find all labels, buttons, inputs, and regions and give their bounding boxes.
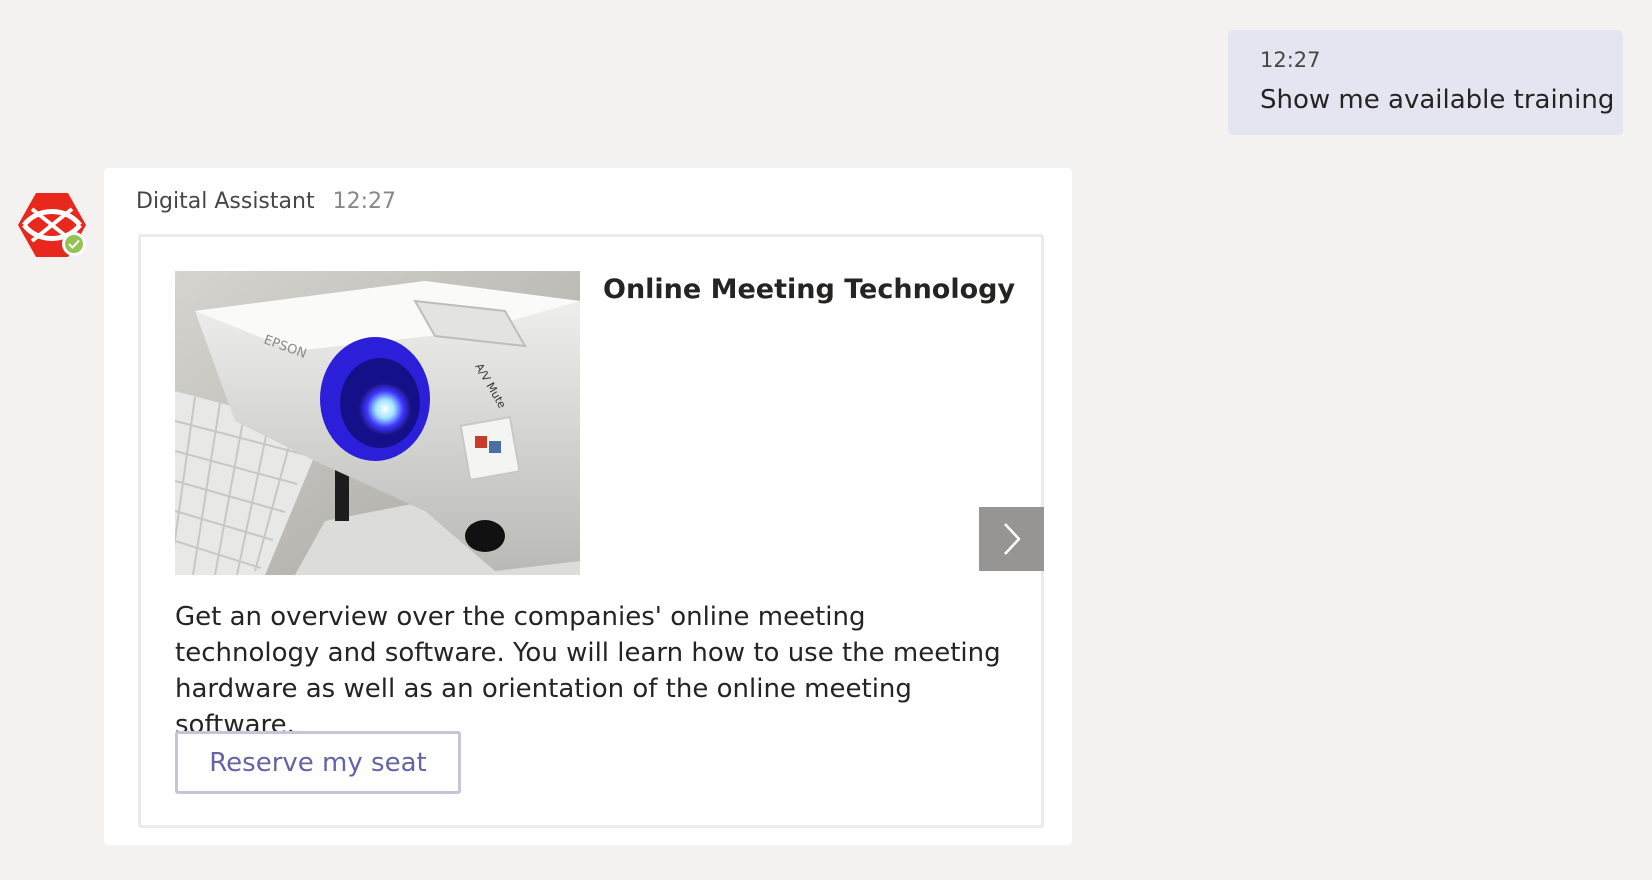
projector-photo: EPSON A/V Mute — [175, 271, 580, 575]
chevron-right-icon — [1003, 523, 1021, 555]
reserve-seat-button[interactable]: Reserve my seat — [175, 731, 461, 794]
available-check-icon — [62, 232, 86, 256]
bot-avatar[interactable] — [18, 193, 86, 257]
bot-message-header: Digital Assistant 12:27 — [136, 188, 396, 216]
bot-message-time: 12:27 — [332, 189, 396, 214]
user-message-text: Show me available training — [1260, 85, 1615, 115]
card-title: Online Meeting Technology — [603, 274, 1016, 305]
carousel-next-button[interactable] — [979, 507, 1044, 571]
sender-name: Digital Assistant — [136, 189, 315, 214]
bot-message: Digital Assistant 12:27 EPSON A/V Mute O… — [104, 168, 1072, 845]
card-description: Get an overview over the companies' onli… — [175, 602, 1001, 740]
user-message-time: 12:27 — [1260, 48, 1321, 72]
user-message-bubble: 12:27 Show me available training — [1228, 30, 1623, 135]
training-card: EPSON A/V Mute Online Meeting Technology… — [138, 234, 1044, 828]
